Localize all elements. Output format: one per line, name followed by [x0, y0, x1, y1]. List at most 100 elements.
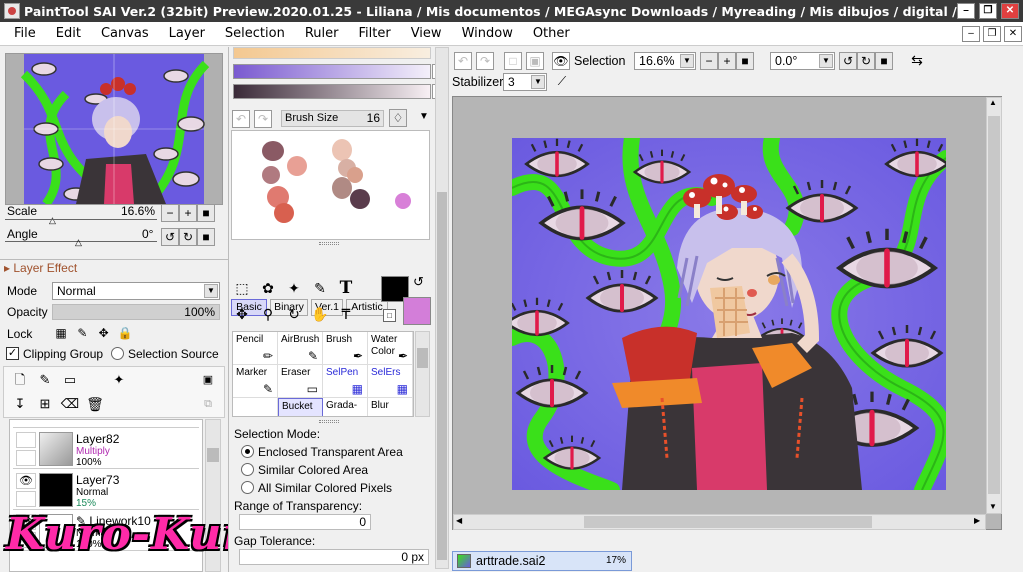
brush-size-slider[interactable]: Brush Size 16 [281, 110, 384, 127]
brush-brush[interactable]: Brush ✒ [323, 332, 368, 365]
zoom-reset-button[interactable]: ■ [197, 204, 215, 222]
scrollbar-thumb[interactable] [207, 448, 219, 462]
trash-icon[interactable]: 🗑 [84, 393, 106, 415]
zoom-out-button[interactable]: − [161, 204, 179, 222]
scrollbar-thumb[interactable] [988, 116, 1000, 494]
menu-file[interactable]: File [0, 26, 46, 41]
lock-paint-icon[interactable]: ✎ [73, 325, 91, 343]
transform-icon[interactable]: ✦ [108, 369, 130, 391]
zoom-in-button[interactable]: + [718, 52, 736, 70]
color-swatch[interactable] [287, 156, 307, 176]
brush-list-scrollbar[interactable] [415, 331, 430, 417]
zoom-tool-icon[interactable]: ⚲ [257, 303, 279, 325]
brush-gradation[interactable]: Grada- [323, 398, 368, 416]
invert-selection-icon[interactable]: ▣ [526, 52, 544, 70]
brush-selpen[interactable]: SelPen ▦ [323, 365, 368, 398]
brush-bucket[interactable]: Bucket [278, 398, 323, 416]
undo-brush-icon[interactable]: ↶ [232, 110, 250, 128]
move-tool-icon[interactable]: ✥ [231, 303, 253, 325]
angle-slider-thumb[interactable]: △ [75, 237, 82, 248]
menu-filter[interactable]: Filter [349, 26, 401, 41]
doc-minimize-button[interactable]: – [962, 26, 980, 42]
scale-slider[interactable]: 16.6% △ [5, 204, 157, 225]
eye-icon[interactable]: 👁 [16, 473, 36, 489]
gradient-bar-saturation[interactable] [233, 84, 431, 99]
rotate-tool-icon[interactable]: ↻ [283, 303, 305, 325]
brush-eraser[interactable]: Eraser ▭ [278, 365, 323, 398]
view-selection-eye-icon[interactable]: 👁 [552, 52, 570, 70]
flip-horizontal-icon[interactable]: ⇆ [908, 52, 926, 70]
layer-mask-icon[interactable]: ▣ [197, 369, 219, 391]
lasso-icon[interactable]: ✿ [257, 277, 279, 299]
clear-layer-icon[interactable]: ⌫ [59, 393, 81, 415]
rotate-reset-button[interactable]: ■ [875, 52, 893, 70]
scrollbar-thumb[interactable] [437, 192, 447, 560]
secondary-color-swatch[interactable] [403, 297, 431, 325]
layer-item[interactable]: Layer82 Multiply 100% [13, 429, 199, 469]
brush-selers[interactable]: SelErs ▦ [368, 365, 413, 398]
eraser-toggle-icon[interactable]: ♢ [389, 109, 407, 127]
scale-slider-thumb[interactable]: △ [49, 215, 56, 226]
undo-icon[interactable]: ↶ [454, 52, 472, 70]
transparent-color-icon[interactable]: □ [383, 309, 396, 322]
radio-all-similar[interactable] [241, 481, 254, 494]
merge-visible-icon[interactable]: ⊞ [34, 393, 56, 415]
clipping-group-checkbox[interactable]: ✓ [6, 347, 19, 360]
zoom-select[interactable]: 16.6% ▼ [634, 52, 696, 70]
merge-down-icon[interactable]: ↧ [9, 393, 31, 415]
lock-all-icon[interactable]: 🔒 [116, 325, 134, 343]
close-button[interactable]: ✕ [1001, 3, 1019, 19]
magic-wand-icon[interactable]: ✦ [283, 277, 305, 299]
artwork[interactable] [512, 138, 946, 490]
color-swatch[interactable] [395, 193, 411, 209]
rotate-ccw-button[interactable]: ↺ [161, 228, 179, 246]
menu-ruler[interactable]: Ruler [295, 26, 349, 41]
layer-item[interactable]: 👁 Layer73 Normal 15% [13, 470, 199, 510]
color-swatch[interactable] [332, 139, 352, 161]
minimize-button[interactable]: – [957, 3, 975, 19]
range-transparency-slider[interactable]: 0 [239, 514, 371, 530]
radio-similar[interactable] [241, 463, 254, 476]
gradient-bar-top[interactable] [233, 47, 431, 59]
menu-other[interactable]: Other [523, 26, 580, 41]
rotate-cw-button[interactable]: ↻ [857, 52, 875, 70]
new-folder-icon[interactable]: ▭ [59, 369, 81, 391]
brush-pencil[interactable]: Pencil ✏ [233, 332, 278, 365]
layer-lock-slot[interactable] [16, 491, 36, 507]
color-swatch[interactable] [262, 141, 284, 161]
scroll-left-icon[interactable]: ◀ [456, 516, 462, 525]
scrollbar-thumb[interactable] [584, 516, 872, 528]
copy-layer-icon[interactable]: ⧉ [197, 393, 219, 415]
zoom-reset-button[interactable]: ■ [736, 52, 754, 70]
rotate-ccw-button[interactable]: ↺ [839, 52, 857, 70]
menu-selection[interactable]: Selection [215, 26, 295, 41]
scratch-pad[interactable] [231, 130, 430, 240]
blend-mode-select[interactable]: Normal ▼ [52, 282, 220, 300]
radio-enclosed[interactable] [241, 445, 254, 458]
eyedropper-icon[interactable]: ₸ [335, 303, 357, 325]
document-tab[interactable]: arttrade.sai2 17% [452, 551, 632, 571]
new-layer-icon[interactable]: 🗋 [9, 369, 31, 391]
stabilizer-select[interactable]: 3 ▼ [503, 73, 547, 91]
doc-restore-button[interactable]: ❐ [983, 26, 1001, 42]
gap-tolerance-slider[interactable]: 0 px [239, 549, 429, 565]
layer-lock-slot[interactable] [16, 450, 36, 466]
marquee-select-icon[interactable]: ⬚ [231, 277, 253, 299]
color-swatch[interactable] [350, 189, 370, 209]
redo-brush-icon[interactable]: ↷ [254, 110, 272, 128]
new-linework-layer-icon[interactable]: ✎ [34, 369, 56, 391]
navigator-preview[interactable] [5, 53, 223, 207]
hand-tool-icon[interactable]: ✋ [309, 303, 331, 325]
dropdown-arrow-icon[interactable]: ▼ [419, 111, 429, 122]
scroll-down-icon[interactable]: ▼ [989, 502, 997, 511]
scroll-up-icon[interactable]: ▲ [989, 98, 997, 107]
opacity-slider[interactable]: 100% [52, 304, 220, 320]
rotate-reset-button[interactable]: ■ [197, 228, 215, 246]
scroll-right-icon[interactable]: ▶ [974, 516, 980, 525]
brush-empty[interactable] [233, 398, 278, 416]
canvas-vscrollbar[interactable]: ▲ ▼ [986, 97, 1002, 514]
menu-layer[interactable]: Layer [159, 26, 215, 41]
rotate-cw-button[interactable]: ↻ [179, 228, 197, 246]
brush-airbrush[interactable]: AirBrush ✎ [278, 332, 323, 365]
splitter-handle[interactable] [319, 242, 339, 245]
